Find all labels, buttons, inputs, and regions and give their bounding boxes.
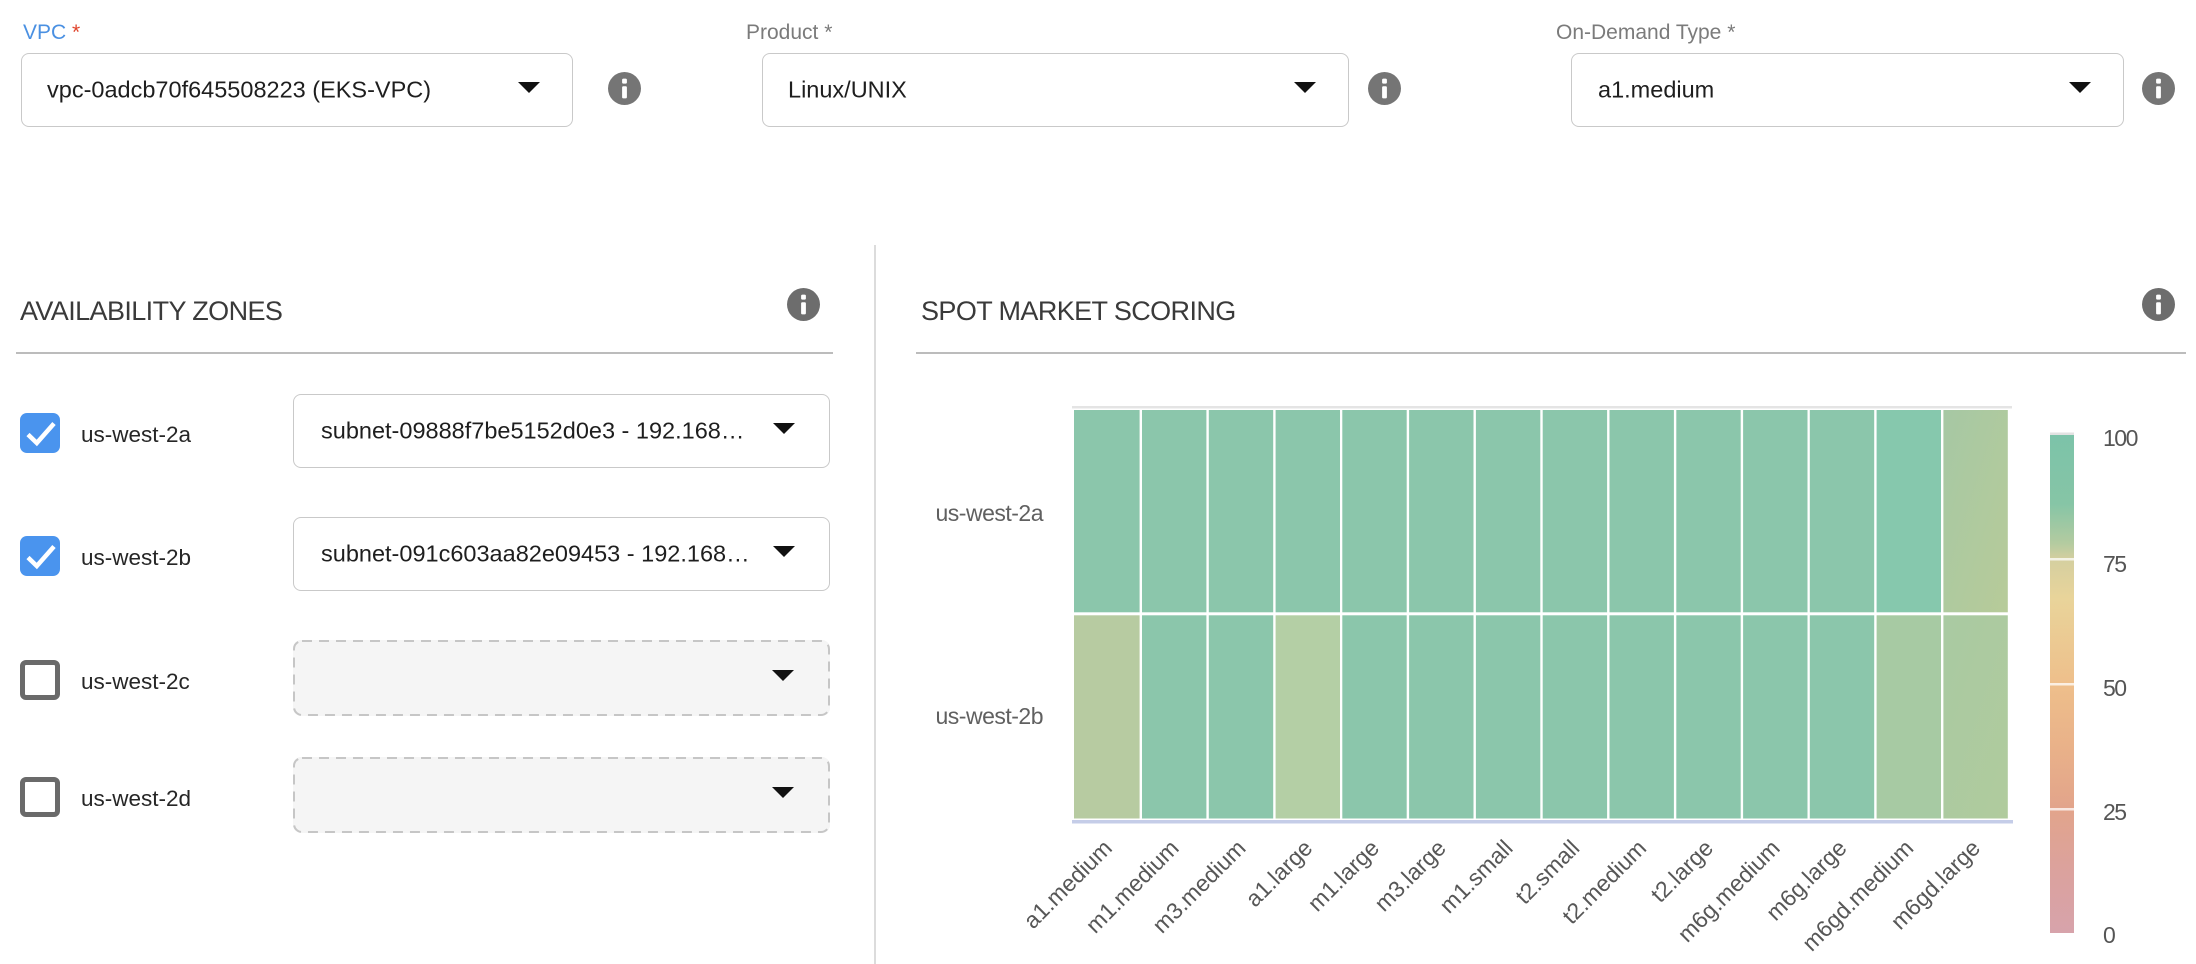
svg-text:m1.large: m1.large	[1302, 835, 1384, 917]
svg-text:0: 0	[2103, 922, 2115, 948]
svg-text:us-west-2b: us-west-2b	[936, 703, 1043, 729]
svg-text:50: 50	[2103, 675, 2126, 701]
svg-text:25: 25	[2103, 799, 2126, 825]
svg-text:75: 75	[2103, 551, 2126, 577]
svg-text:us-west-2a: us-west-2a	[936, 500, 1044, 526]
svg-text:100: 100	[2103, 425, 2138, 451]
svg-text:m1.small: m1.small	[1434, 835, 1517, 918]
